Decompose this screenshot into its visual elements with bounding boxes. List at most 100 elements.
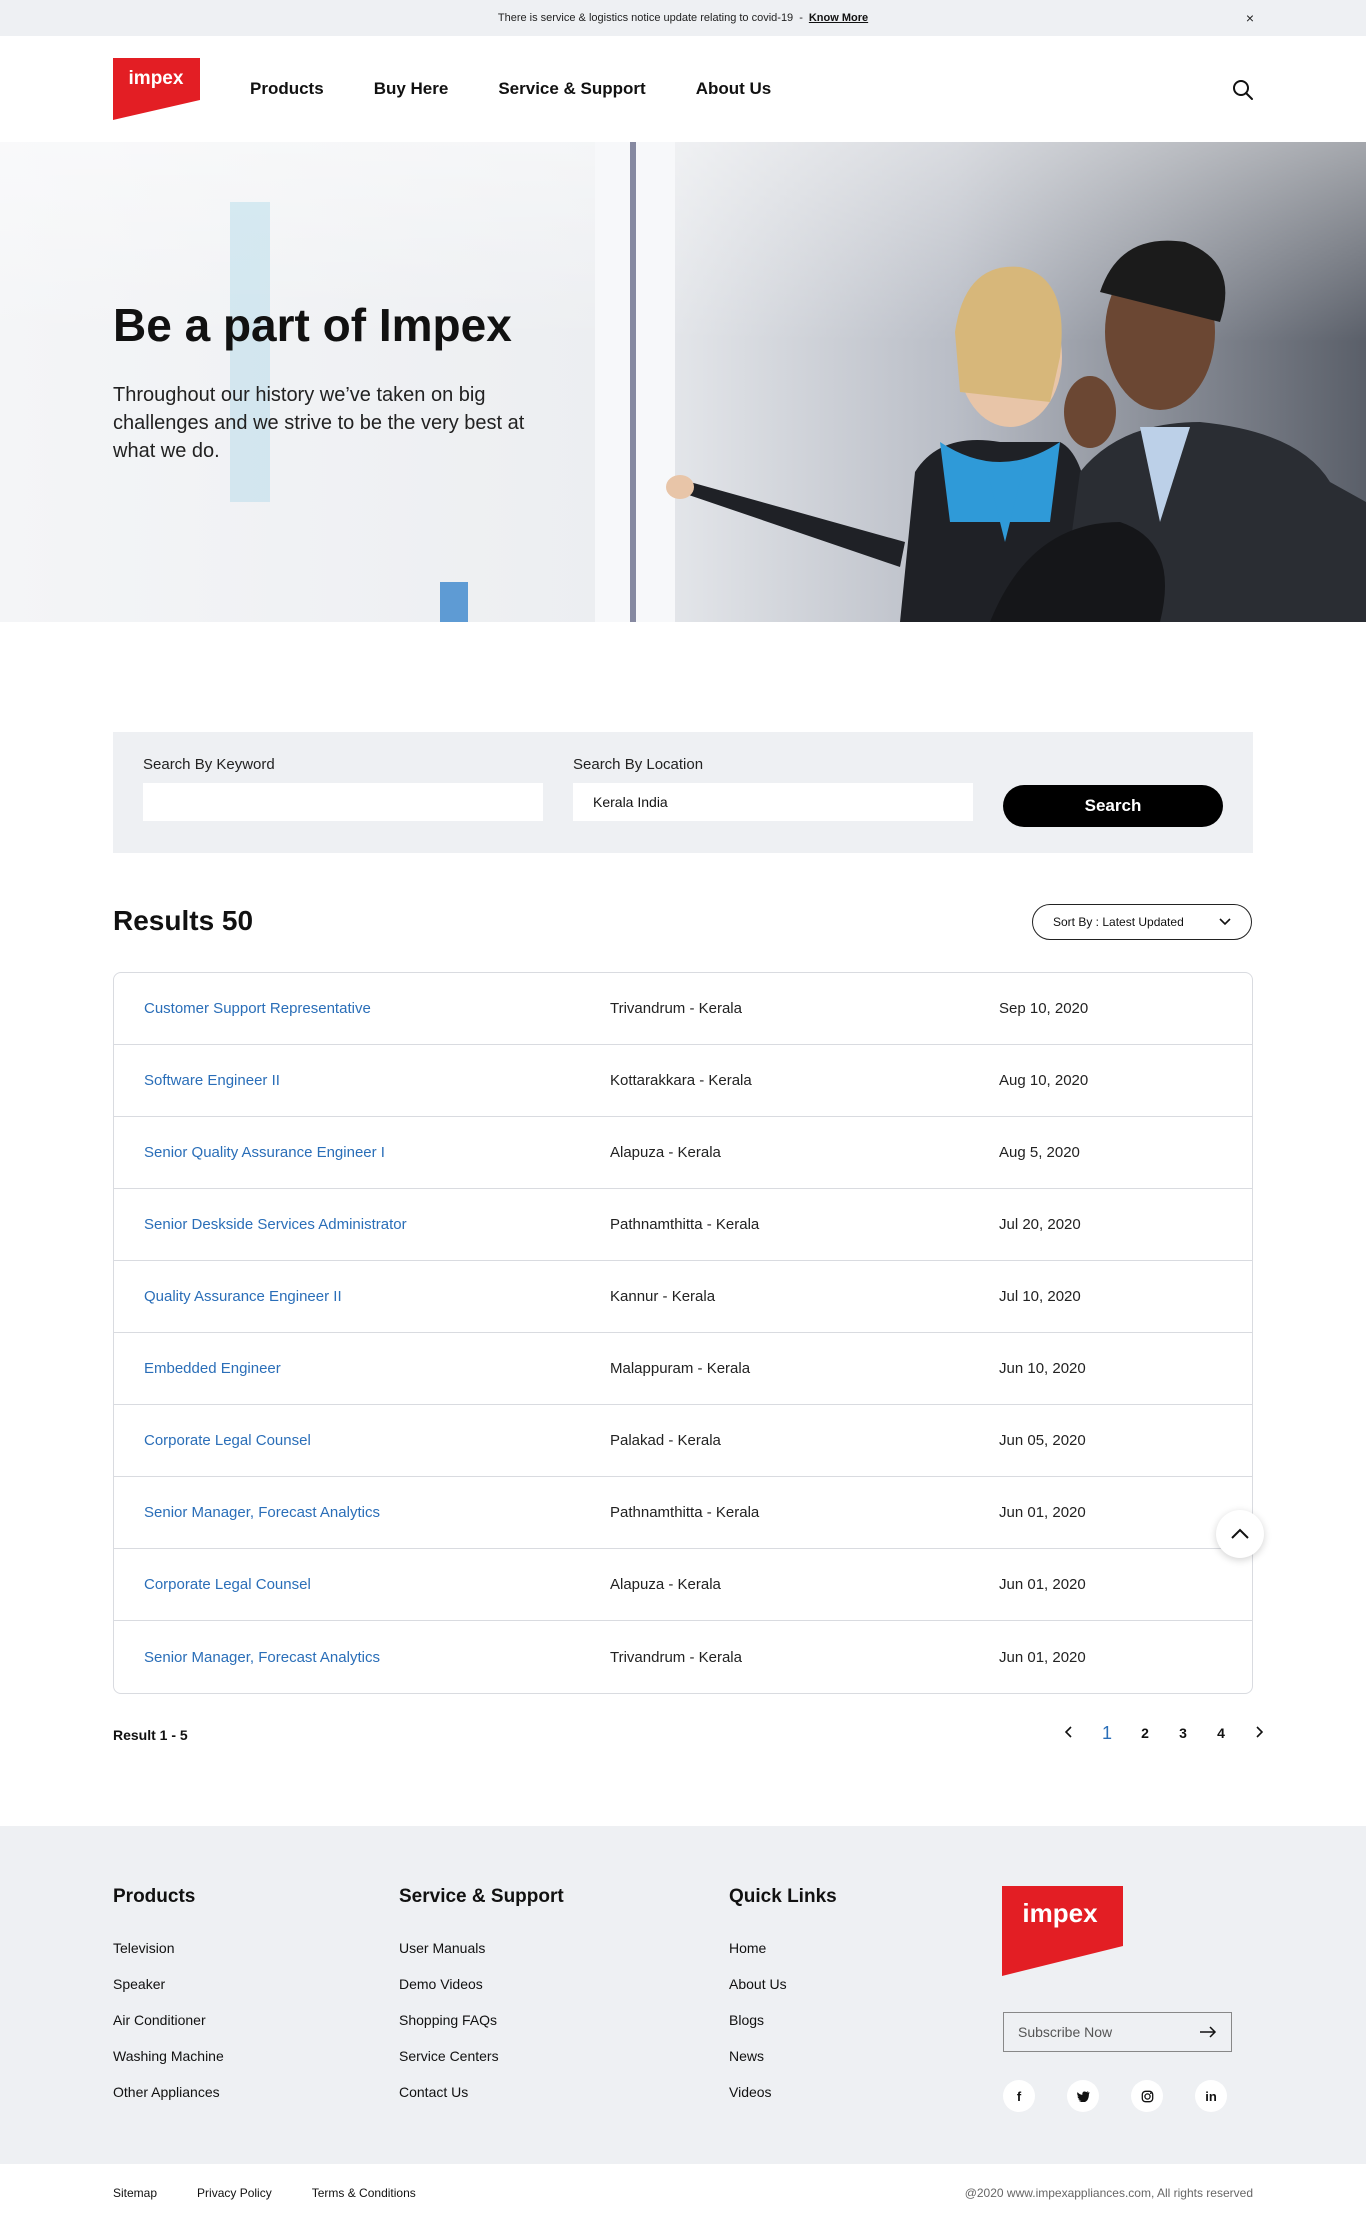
- page-3[interactable]: 3: [1164, 1725, 1202, 1741]
- footer-link[interactable]: User Manuals: [399, 1938, 564, 1974]
- pagination: 1 2 3 4: [1050, 1720, 1278, 1746]
- terms-link[interactable]: Terms & Conditions: [312, 2186, 416, 2200]
- job-title-link[interactable]: Senior Manager, Forecast Analytics: [144, 1649, 610, 1666]
- footer-link[interactable]: Television: [113, 1938, 224, 1974]
- prev-page-button[interactable]: [1050, 1725, 1088, 1741]
- privacy-policy-link[interactable]: Privacy Policy: [197, 2186, 272, 2200]
- footer-link[interactable]: Shopping FAQs: [399, 2010, 564, 2046]
- job-title-link[interactable]: Customer Support Representative: [144, 1000, 610, 1017]
- footer-quick-links-column: Quick Links Home About Us Blogs News Vid…: [729, 1886, 837, 2118]
- arrow-right-icon[interactable]: [1199, 2026, 1217, 2038]
- table-row: Quality Assurance Engineer II Kannur - K…: [114, 1261, 1252, 1333]
- table-row: Senior Quality Assurance Engineer I Alap…: [114, 1117, 1252, 1189]
- footer-link[interactable]: Demo Videos: [399, 1974, 564, 2010]
- subscribe-placeholder: Subscribe Now: [1018, 2024, 1113, 2040]
- footer-products-title: Products: [113, 1886, 196, 1907]
- footer-impex-logo[interactable]: impex: [1002, 1886, 1123, 1976]
- job-location: Kottarakkara - Kerala: [610, 1072, 752, 1089]
- jobs-table: Customer Support Representative Trivandr…: [113, 972, 1253, 1694]
- nav-about-us[interactable]: About Us: [696, 79, 772, 99]
- job-title-link[interactable]: Embedded Engineer: [144, 1360, 610, 1377]
- job-title-link[interactable]: Corporate Legal Counsel: [144, 1432, 610, 1449]
- footer-link[interactable]: Washing Machine: [113, 2046, 224, 2082]
- job-date: Jun 01, 2020: [999, 1648, 1086, 1666]
- job-location: Alapuza - Kerala: [610, 1576, 721, 1593]
- footer-service-column: Service & Support User Manuals Demo Vide…: [399, 1886, 564, 2118]
- keyword-input[interactable]: [143, 783, 543, 821]
- job-location: Alapuza - Kerala: [610, 1144, 721, 1161]
- job-date: Jul 10, 2020: [999, 1288, 1081, 1305]
- instagram-icon[interactable]: [1131, 2080, 1163, 2112]
- know-more-link[interactable]: Know More: [809, 12, 868, 24]
- job-title-link[interactable]: Software Engineer II: [144, 1072, 610, 1089]
- nav-products[interactable]: Products: [250, 79, 324, 99]
- result-range: Result 1 - 5: [113, 1727, 188, 1743]
- notice-text: There is service & logistics notice upda…: [497, 12, 794, 24]
- location-input[interactable]: [573, 783, 973, 821]
- search-icon[interactable]: [1231, 78, 1255, 102]
- hero-description: Throughout our history we’ve taken on bi…: [113, 383, 525, 462]
- job-date: Jul 20, 2020: [999, 1216, 1081, 1233]
- next-page-button[interactable]: [1240, 1725, 1278, 1741]
- footer-link[interactable]: About Us: [729, 1974, 837, 2010]
- chevron-left-icon: [1064, 1726, 1072, 1738]
- notice-bar: There is service & logistics notice upda…: [0, 0, 1366, 36]
- footer-link[interactable]: Home: [729, 1938, 837, 1974]
- job-location: Trivandrum - Kerala: [610, 1000, 742, 1017]
- job-location: Pathnamthitta - Kerala: [610, 1216, 760, 1233]
- footer-service-title: Service & Support: [399, 1886, 564, 1907]
- table-row: Corporate Legal Counsel Alapuza - Kerala…: [114, 1549, 1252, 1621]
- subscribe-input[interactable]: Subscribe Now: [1003, 2012, 1232, 2052]
- scroll-to-top-button[interactable]: [1216, 1510, 1264, 1558]
- footer-link[interactable]: Speaker: [113, 1974, 224, 2010]
- hero-banner: Be a part of Impex Throughout our histor…: [0, 142, 1366, 622]
- sort-dropdown[interactable]: Sort By : Latest Updated: [1032, 904, 1252, 940]
- close-notice-button[interactable]: ×: [1246, 10, 1254, 26]
- table-row: Embedded Engineer Malappuram - Kerala Ju…: [114, 1333, 1252, 1405]
- table-row: Senior Manager, Forecast Analytics Triva…: [114, 1621, 1252, 1693]
- nav-service-support[interactable]: Service & Support: [498, 79, 645, 99]
- job-date: Sep 10, 2020: [999, 1000, 1089, 1017]
- search-button[interactable]: Search: [1003, 785, 1223, 827]
- job-date: Aug 10, 2020: [999, 1072, 1089, 1089]
- page-4[interactable]: 4: [1202, 1725, 1240, 1741]
- job-title-link[interactable]: Quality Assurance Engineer II: [144, 1288, 610, 1305]
- bottom-bar: Sitemap Privacy Policy Terms & Condition…: [0, 2164, 1366, 2227]
- job-title-link[interactable]: Senior Manager, Forecast Analytics: [144, 1504, 610, 1521]
- footer-link[interactable]: Videos: [729, 2082, 837, 2118]
- main-nav: Products Buy Here Service & Support Abou…: [250, 36, 771, 142]
- footer-link[interactable]: Air Conditioner: [113, 2010, 224, 2046]
- job-location: Malappuram - Kerala: [610, 1360, 751, 1377]
- nav-buy-here[interactable]: Buy Here: [374, 79, 449, 99]
- facebook-icon[interactable]: f: [1003, 2080, 1035, 2112]
- job-location: Kannur - Kerala: [610, 1288, 716, 1305]
- footer-link[interactable]: Blogs: [729, 2010, 837, 2046]
- footer-link[interactable]: Contact Us: [399, 2082, 564, 2118]
- keyword-field-group: Search By Keyword: [143, 756, 543, 821]
- table-row: Customer Support Representative Trivandr…: [114, 973, 1252, 1045]
- impex-logo[interactable]: impex: [113, 58, 200, 120]
- job-title-link[interactable]: Senior Quality Assurance Engineer I: [144, 1144, 610, 1161]
- footer-products-column: Products Television Speaker Air Conditio…: [113, 1886, 224, 2118]
- page-1[interactable]: 1: [1088, 1723, 1126, 1744]
- sort-label: Sort By : Latest Updated: [1053, 915, 1184, 929]
- job-date: Jun 01, 2020: [999, 1504, 1086, 1521]
- footer-link[interactable]: Other Appliances: [113, 2082, 224, 2118]
- job-title-link[interactable]: Senior Deskside Services Administrator: [144, 1216, 610, 1233]
- site-header: impex Products Buy Here Service & Suppor…: [0, 36, 1366, 142]
- hero-title: Be a part of Impex: [113, 299, 512, 351]
- hero-text: Be a part of Impex Throughout our histor…: [113, 300, 563, 465]
- copyright-text: @2020 www.impexappliances.com, All right…: [964, 2186, 1253, 2200]
- twitter-icon[interactable]: [1067, 2080, 1099, 2112]
- footer-link[interactable]: News: [729, 2046, 837, 2082]
- sitemap-link[interactable]: Sitemap: [113, 2186, 157, 2200]
- job-date: Jun 05, 2020: [999, 1432, 1086, 1449]
- footer-link[interactable]: Service Centers: [399, 2046, 564, 2082]
- linkedin-icon[interactable]: in: [1195, 2080, 1227, 2112]
- table-row: Senior Deskside Services Administrator P…: [114, 1189, 1252, 1261]
- chevron-down-icon: [1219, 918, 1231, 926]
- social-links: f in: [1003, 2080, 1227, 2112]
- job-title-link[interactable]: Corporate Legal Counsel: [144, 1576, 610, 1593]
- page-2[interactable]: 2: [1126, 1725, 1164, 1741]
- job-search-panel: Search By Keyword Search By Location Sea…: [113, 732, 1253, 853]
